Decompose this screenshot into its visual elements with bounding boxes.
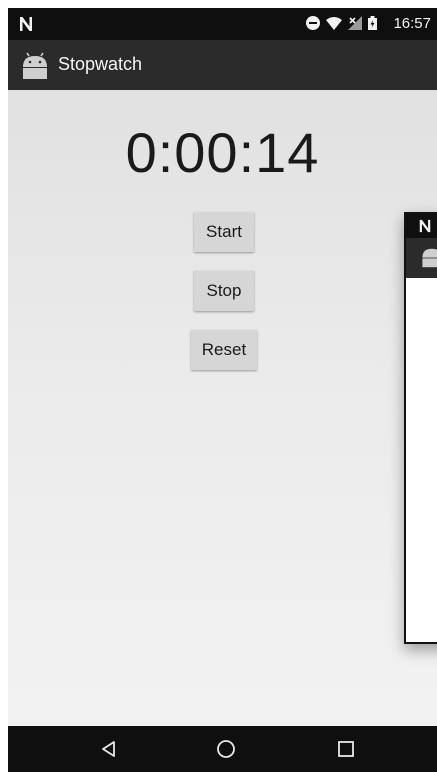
navigation-bar: [8, 726, 437, 772]
n-logo-icon: [20, 17, 32, 31]
recents-icon: [338, 741, 354, 757]
status-time: 16:57: [393, 15, 431, 32]
status-bar: 16:57: [8, 8, 437, 40]
n-logo-icon: [419, 219, 431, 233]
status-icons: [306, 16, 377, 30]
stopwatch-screen: 0:00:14 Start Stop Reset: [8, 90, 437, 726]
home-icon: [217, 740, 235, 758]
overlay-app-bar: [406, 238, 437, 278]
overlay-status-bar: [406, 214, 437, 238]
battery-icon: [368, 16, 377, 30]
reset-button[interactable]: Reset: [191, 330, 257, 370]
app-bar: Stopwatch: [8, 40, 437, 90]
do-not-disturb-icon: [306, 16, 320, 30]
wifi-icon: [326, 17, 342, 30]
overlay-screen-preview: [404, 212, 437, 644]
back-button[interactable]: [94, 734, 124, 764]
android-icon: [23, 52, 47, 79]
android-icon: [422, 248, 437, 268]
app-title: Stopwatch: [58, 54, 143, 74]
home-button[interactable]: [211, 734, 241, 764]
no-signal-icon: [348, 16, 362, 30]
start-button[interactable]: Start: [194, 212, 254, 252]
phone-screen: 16:57 Stopwatch 0:00:14 Start Stop Reset: [8, 8, 437, 772]
recents-button[interactable]: [331, 734, 361, 764]
stop-button[interactable]: Stop: [194, 271, 254, 311]
back-icon: [102, 741, 115, 757]
timer-display: 0:00:14: [125, 121, 320, 184]
